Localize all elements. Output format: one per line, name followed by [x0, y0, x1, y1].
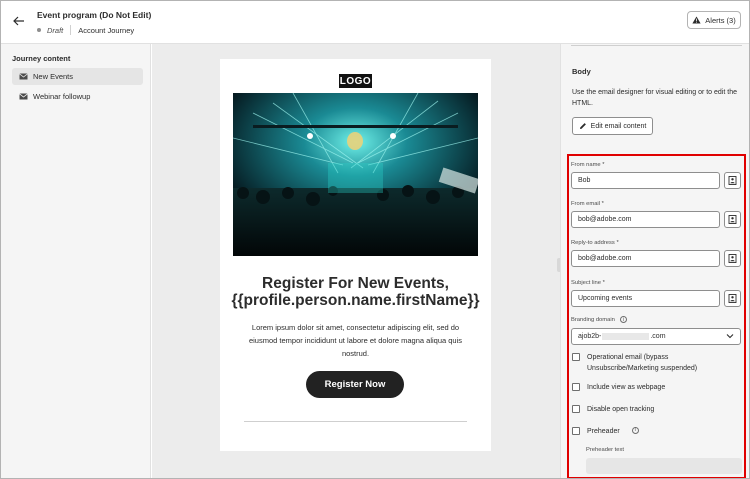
- from-name-input[interactable]: Bob: [571, 172, 720, 189]
- email-headline: Register For New Events, {{profile.perso…: [230, 275, 481, 309]
- disable-tracking-option[interactable]: Disable open tracking: [572, 404, 654, 415]
- top-header: Event program (Do Not Edit) Draft Accoun…: [1, 1, 749, 44]
- personalization-button[interactable]: [724, 211, 741, 228]
- chevron-down-icon: [726, 334, 734, 339]
- personalize-icon: [728, 176, 737, 185]
- body-line: nostrud.: [341, 349, 370, 358]
- divider: [244, 421, 467, 422]
- personalize-icon: [728, 294, 737, 303]
- status-line: Draft Account Journey: [37, 25, 134, 35]
- operational-line: Unsubscribe/Marketing suspended): [587, 365, 698, 372]
- sidebar-item-webinar-followup[interactable]: Webinar followup: [12, 88, 143, 105]
- divider: [571, 44, 742, 46]
- pencil-icon: [579, 123, 586, 129]
- preheader-option[interactable]: Preheader i: [572, 426, 639, 437]
- preheader-label: Preheader: [587, 428, 620, 435]
- register-now-button[interactable]: Register Now: [306, 371, 404, 398]
- label-text: From name: [571, 162, 601, 168]
- email-canvas: LOGO Register For New Events, {{profile.…: [152, 44, 563, 478]
- preheader-text-input[interactable]: [586, 458, 742, 474]
- required-marker: *: [602, 162, 605, 168]
- email-preview: LOGO Register For New Events, {{profile.…: [220, 59, 491, 451]
- body-line: Lorem ipsum dolor sit amet, consectetur …: [251, 323, 460, 332]
- page-title: Event program (Do Not Edit): [37, 10, 152, 20]
- edit-button-label: Edit email content: [590, 122, 647, 130]
- disable-tracking-label: Disable open tracking: [587, 406, 655, 413]
- operational-line: Operational email (bypass: [587, 354, 669, 361]
- personalization-button[interactable]: [724, 290, 741, 307]
- hero-image: [233, 93, 478, 256]
- properties-panel: Body Use the email designer for visual e…: [560, 44, 749, 478]
- preheader-text-label: Preheader text: [586, 447, 625, 453]
- status-dot-icon: [37, 28, 41, 32]
- warning-icon: [692, 16, 701, 24]
- info-icon[interactable]: i: [631, 427, 639, 434]
- operational-email-checkbox[interactable]: [572, 353, 580, 361]
- reply-to-label: Reply-to address *: [571, 240, 619, 246]
- label-text: Subject line: [571, 280, 601, 286]
- sidebar-item-label: New Events: [33, 72, 74, 81]
- headline-line: Register For New Events,: [262, 275, 449, 292]
- include-webpage-checkbox[interactable]: [572, 383, 580, 391]
- body-section-title: Body: [572, 67, 591, 76]
- body-description: Use the email designer for visual editin…: [572, 89, 737, 107]
- alerts-label: Alerts (3): [705, 15, 736, 25]
- disable-tracking-checkbox[interactable]: [572, 405, 580, 413]
- from-email-input[interactable]: bob@adobe.com: [571, 211, 720, 228]
- from-email-label: From email *: [571, 201, 604, 207]
- personalize-icon: [728, 254, 737, 263]
- label-text: Reply-to address: [571, 240, 615, 246]
- operational-email-option[interactable]: Operational email (bypass Unsubscribe/Ma…: [572, 352, 697, 374]
- operational-email-label: Operational email (bypass Unsubscribe/Ma…: [587, 352, 697, 374]
- journey-type: Account Journey: [78, 25, 135, 35]
- required-marker: *: [616, 240, 619, 246]
- sidebar-item-new-events[interactable]: New Events: [12, 68, 143, 85]
- alerts-button[interactable]: Alerts (3): [687, 11, 741, 29]
- email-body-text: Lorem ipsum dolor sit amet, consectetur …: [240, 321, 471, 360]
- edit-email-content-button[interactable]: Edit email content: [572, 117, 653, 135]
- divider: [70, 25, 72, 35]
- app-window: Event program (Do Not Edit) Draft Accoun…: [0, 0, 750, 479]
- headline-personalization: {{profile.person.name.firstName}}: [231, 292, 480, 309]
- personalization-button[interactable]: [724, 172, 741, 189]
- subject-line-input[interactable]: Upcoming events: [571, 290, 720, 307]
- sidebar-item-label: Webinar followup: [33, 92, 91, 101]
- label-text: Branding domain: [571, 317, 615, 324]
- personalize-icon: [728, 215, 737, 224]
- mail-icon: [19, 73, 28, 80]
- branding-domain-select[interactable]: ajob2b- .com: [571, 328, 741, 345]
- preheader-checkbox[interactable]: [572, 427, 580, 435]
- journey-content-panel: Journey content New Events Webinar follo…: [1, 44, 151, 478]
- redacted-text: [602, 333, 650, 340]
- logo: LOGO: [339, 74, 372, 88]
- status-badge: Draft: [47, 25, 64, 35]
- personalization-button[interactable]: [724, 250, 741, 267]
- sidebar-title: Journey content: [12, 54, 71, 63]
- back-arrow-icon[interactable]: [11, 13, 27, 29]
- label-text: From email: [571, 201, 600, 207]
- mail-icon: [19, 93, 28, 100]
- from-name-label: From name *: [571, 162, 605, 168]
- required-marker: *: [602, 280, 605, 286]
- branding-suffix: .com: [650, 333, 666, 340]
- branding-domain-label: Branding domain i: [571, 316, 627, 323]
- branding-prefix: ajob2b-: [578, 333, 602, 340]
- subject-line-label: Subject line *: [571, 280, 605, 286]
- include-webpage-option[interactable]: Include view as webpage: [572, 382, 665, 393]
- include-webpage-label: Include view as webpage: [587, 384, 666, 391]
- body-line: eiusmod tempor incididunt ut labore et d…: [248, 336, 463, 345]
- reply-to-input[interactable]: bob@adobe.com: [571, 250, 720, 267]
- info-icon[interactable]: i: [619, 316, 627, 323]
- required-marker: *: [601, 201, 604, 207]
